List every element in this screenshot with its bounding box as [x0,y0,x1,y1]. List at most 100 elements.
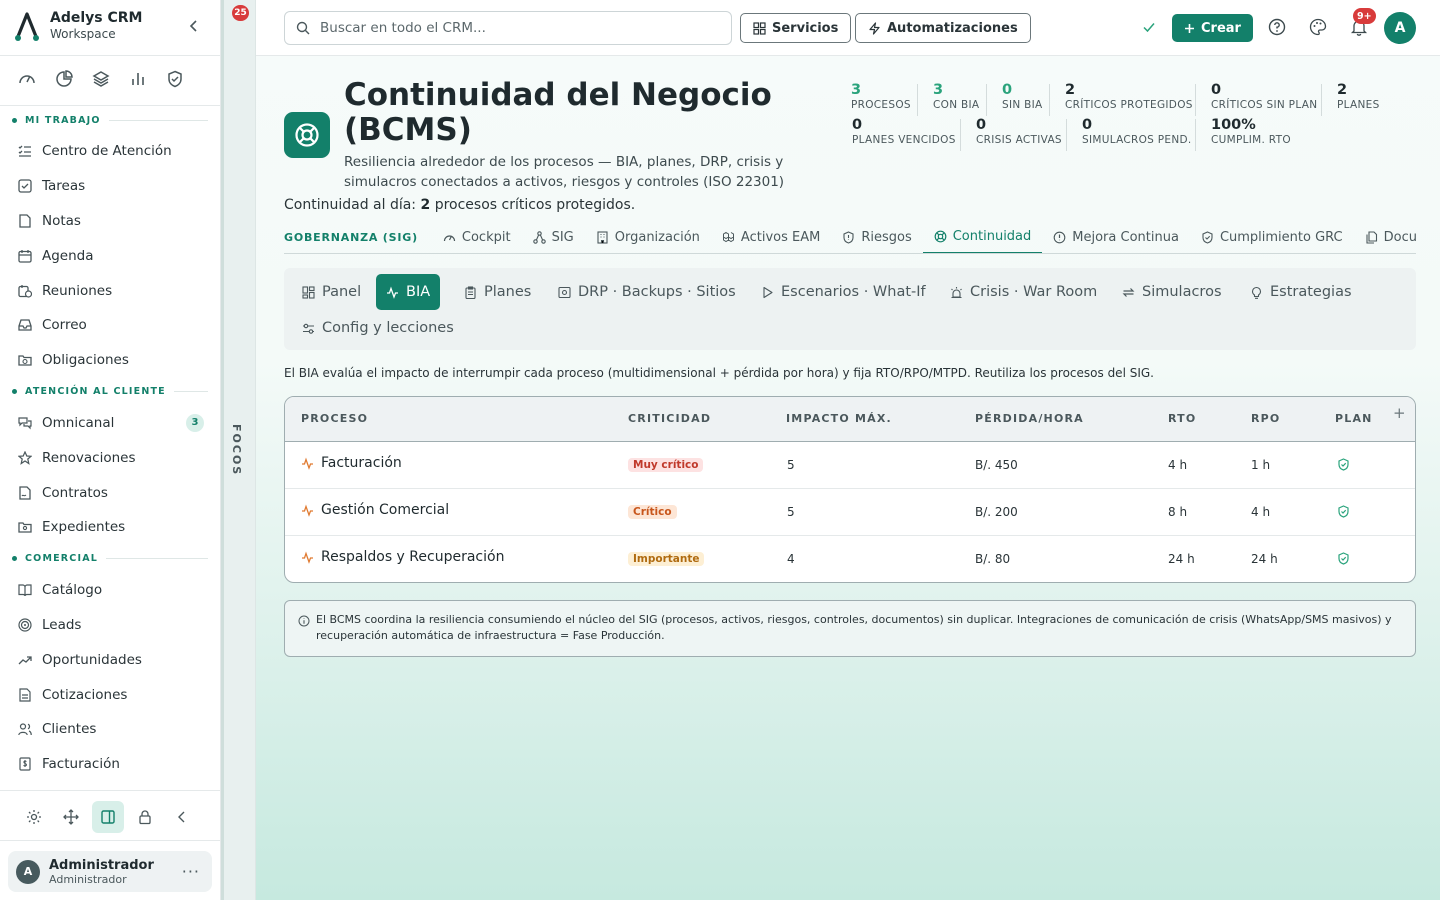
sidebar-item-obligaciones[interactable]: Obligaciones [0,343,220,378]
subtab-estrategias[interactable]: Estrategias [1240,274,1362,310]
sidebar-item-label: Leads [42,616,82,633]
sidebar: Adelys CRM Workspace MI TRABAJO Centro d… [0,0,221,900]
column-header[interactable]: RPO [1251,412,1280,425]
help-icon[interactable] [1268,18,1286,36]
subtab-panel[interactable]: Panel [292,274,371,310]
chevron-left-icon[interactable] [166,801,198,833]
create-button[interactable]: Crear [1172,14,1253,42]
kpi-divider [1195,119,1196,151]
column-header[interactable]: PROCESO [301,412,368,425]
sidebar-item-cotizaciones[interactable]: Cotizaciones [0,677,220,712]
tab-activos-eam[interactable]: Activos EAM [711,222,831,253]
subtab-planes[interactable]: Planes [454,274,541,310]
table-row[interactable]: Respaldos y Recuperación Importante 4 B/… [285,536,1415,582]
subtab-drp[interactable]: DRP · Backups · Sitios [548,274,746,310]
column-header[interactable]: IMPACTO MÁX. [786,412,892,425]
criticality-badge: Importante [628,552,705,566]
sidebar-item-label: Renovaciones [42,449,136,466]
notifications-badge: 9+ [1353,8,1376,24]
table-row[interactable]: Gestión Comercial Crítico 5 B/. 200 8 h … [285,489,1415,536]
subtab-bia[interactable]: BIA [376,274,441,310]
kpi-label: CRISIS ACTIVAS [976,134,1062,146]
palette-icon[interactable] [1309,18,1327,36]
tab-sig[interactable]: SIG [522,222,585,253]
process-name: Respaldos y Recuperación [321,549,505,565]
sidebar-item-tareas[interactable]: Tareas [0,169,220,204]
kpi-simulacros-pend: 0 SIMULACROS PEND. [1082,117,1192,146]
more-icon[interactable]: ··· [182,862,200,881]
brand[interactable]: Adelys CRM Workspace [14,10,142,41]
services-button[interactable]: Servicios [740,13,852,43]
subtab-label: Config y lecciones [322,320,454,336]
network-icon [532,231,546,244]
target-icon [18,618,32,632]
subtab-crisis[interactable]: Crisis · War Room [940,274,1107,310]
search-input[interactable] [320,20,720,36]
gauge-icon[interactable] [18,70,36,88]
tab-mejora-continua[interactable]: Mejora Continua [1042,222,1190,253]
search-box[interactable] [284,11,732,45]
collapse-sidebar-icon[interactable] [187,19,201,33]
tab-cumplimiento-grc[interactable]: Cumplimiento GRC [1190,222,1354,253]
plus-icon [1184,23,1195,34]
subtab-escenarios[interactable]: Escenarios · What-If [751,274,936,310]
focos-rail[interactable]: 25 FOCOS [221,0,256,900]
lock-icon[interactable] [129,801,161,833]
sidebar-item-correo[interactable]: Correo [0,308,220,343]
column-header[interactable]: CRITICIDAD [628,412,711,425]
add-column-icon[interactable]: + [1393,404,1406,422]
file-signature-icon [18,485,32,500]
subtab-label: Crisis · War Room [970,284,1098,300]
chart-pie-icon[interactable] [55,70,73,88]
panel-layout-icon[interactable] [92,801,124,833]
process-cell[interactable]: Gestión Comercial [301,502,449,518]
sidebar-item-contratos[interactable]: Contratos [0,475,220,510]
sidebar-item-agenda[interactable]: Agenda [0,238,220,273]
tab-riesgos[interactable]: Riesgos [831,222,922,253]
checkbox-icon [18,179,32,193]
tab-organizacion[interactable]: Organización [585,222,711,253]
tab-continuidad[interactable]: Continuidad [922,222,1043,253]
process-name: Facturación [321,455,402,471]
column-header[interactable]: PÉRDIDA/HORA [975,412,1084,425]
process-cell[interactable]: Respaldos y Recuperación [301,549,504,565]
column-header[interactable]: RTO [1168,412,1196,425]
kpi-planes: 2 PLANES [1337,82,1380,111]
sidebar-item-oportunidades[interactable]: Oportunidades [0,642,220,677]
sidebar-item-expedientes[interactable]: Expedientes [0,510,220,545]
process-cell[interactable]: Facturación [301,455,402,471]
tab-documentos[interactable]: Docu [1354,222,1416,253]
settings-icon[interactable] [18,801,50,833]
sidebar-item-facturacion[interactable]: Facturación [0,747,220,782]
user-menu[interactable]: A Administrador Administrador ··· [8,851,212,892]
sidebar-item-label: Agenda [42,247,94,264]
subtab-config[interactable]: Config y lecciones [292,310,464,346]
automations-button[interactable]: Automatizaciones [855,13,1031,43]
sidebar-item-renovaciones[interactable]: Renovaciones [0,440,220,475]
sidebar-item-centro-atencion[interactable]: Centro de Atención [0,134,220,169]
table-row[interactable]: Facturación Muy crítico 5 B/. 450 4 h 1 … [285,442,1415,489]
kpi-crisis-activas: 0 CRISIS ACTIVAS [976,117,1062,146]
layers-icon[interactable] [92,70,110,88]
summary-prefix: Continuidad al día: [284,197,417,213]
sidebar-item-catalogo[interactable]: Catálogo [0,573,220,608]
bar-chart-icon[interactable] [129,70,147,88]
kpi-planes-vencidos: 0 PLANES VENCIDOS [852,117,956,146]
subtab-label: Panel [322,284,362,300]
user-avatar[interactable]: A [1384,12,1416,44]
subtab-simulacros[interactable]: Simulacros [1112,274,1232,310]
column-header[interactable]: PLAN [1335,412,1373,425]
sidebar-item-reuniones[interactable]: Reuniones [0,273,220,308]
kpi-label: CON BIA [933,99,980,111]
sidebar-item-leads[interactable]: Leads [0,608,220,643]
kpi-divider [1049,84,1050,116]
shield-check-icon[interactable] [166,70,184,88]
rail-edge [221,0,224,900]
note-icon [18,214,32,228]
tab-cockpit[interactable]: Cockpit [432,222,522,253]
sidebar-item-clientes[interactable]: Clientes [0,712,220,747]
sidebar-item-label: Correo [42,317,87,334]
move-icon[interactable] [55,801,87,833]
sidebar-item-notas[interactable]: Notas [0,204,220,239]
sidebar-item-omnicanal[interactable]: Omnicanal 3 [0,406,220,441]
